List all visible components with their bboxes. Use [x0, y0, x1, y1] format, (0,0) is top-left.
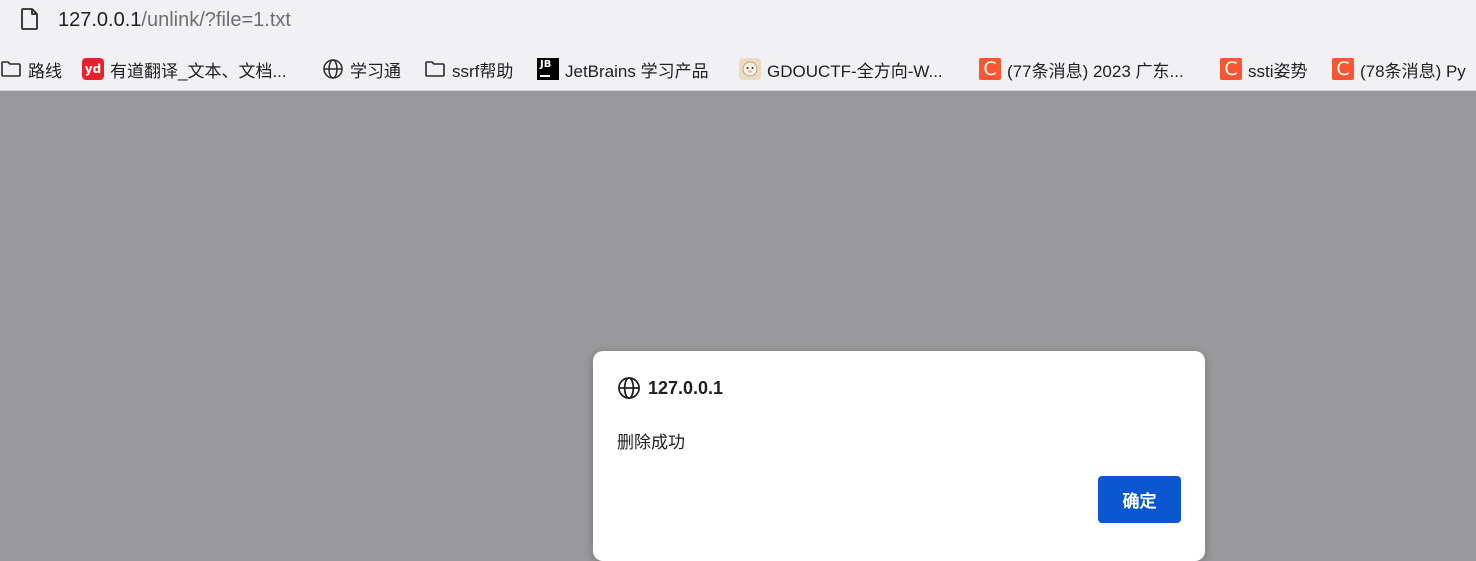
- document-icon: [21, 8, 38, 30]
- bookmark-label: ssti姿势: [1248, 61, 1308, 81]
- address-bar[interactable]: 127.0.0.1/unlink/?file=1.txt: [0, 0, 1476, 40]
- bookmark-label: (78条消息) Py: [1360, 61, 1466, 81]
- bookmark-xuexitong[interactable]: 学习通: [322, 56, 401, 82]
- url-path: /unlink/?file=1.txt: [141, 9, 291, 31]
- bookmark-label: (77条消息) 2023 广东...: [1007, 61, 1184, 81]
- bookmark-label: ssrf帮助: [452, 61, 514, 81]
- bookmark-label: 路线: [28, 61, 62, 81]
- bookmark-folder-ssrf[interactable]: ssrf帮助: [424, 56, 513, 82]
- alert-dialog: 127.0.0.1 删除成功 确定: [593, 351, 1205, 561]
- dialog-message: 删除成功: [617, 433, 685, 452]
- url-text[interactable]: 127.0.0.1/unlink/?file=1.txt: [58, 8, 291, 32]
- bookmark-label: GDOUCTF-全方向-W...: [767, 61, 943, 81]
- globe-icon: [323, 59, 343, 79]
- bookmark-folder-luxian[interactable]: 路线: [0, 56, 62, 82]
- bookmarks-bar: 路线 yd 有道翻译_文本、文档... 学习通 ssrf帮助 JB JetBra…: [0, 40, 1476, 91]
- youdao-icon: yd: [82, 58, 104, 80]
- sheep-icon: [739, 58, 761, 80]
- bookmark-csdn-77[interactable]: C (77条消息) 2023 广东...: [979, 56, 1184, 82]
- csdn-icon: C: [1332, 58, 1354, 80]
- dialog-header: 127.0.0.1: [617, 375, 723, 401]
- url-host: 127.0.0.1: [58, 9, 142, 31]
- bookmark-csdn-78[interactable]: C (78条消息) Py: [1332, 56, 1466, 82]
- bookmark-youdao[interactable]: yd 有道翻译_文本、文档...: [82, 56, 287, 82]
- folder-icon: [1, 61, 21, 77]
- folder-icon: [425, 61, 445, 77]
- ok-button[interactable]: 确定: [1098, 476, 1181, 523]
- dialog-title: 127.0.0.1: [648, 377, 724, 398]
- csdn-icon: C: [979, 58, 1001, 80]
- csdn-icon: C: [1220, 58, 1242, 80]
- bookmark-ssti[interactable]: C ssti姿势: [1220, 56, 1308, 82]
- bookmark-label: JetBrains 学习产品: [565, 61, 709, 81]
- bookmark-label: 学习通: [350, 61, 401, 81]
- bookmark-gdouctf[interactable]: GDOUCTF-全方向-W...: [739, 56, 943, 82]
- bookmark-jetbrains[interactable]: JB JetBrains 学习产品: [537, 56, 709, 82]
- bookmark-label: 有道翻译_文本、文档...: [110, 61, 287, 81]
- globe-icon: [618, 377, 640, 399]
- jetbrains-icon: JB: [537, 58, 559, 80]
